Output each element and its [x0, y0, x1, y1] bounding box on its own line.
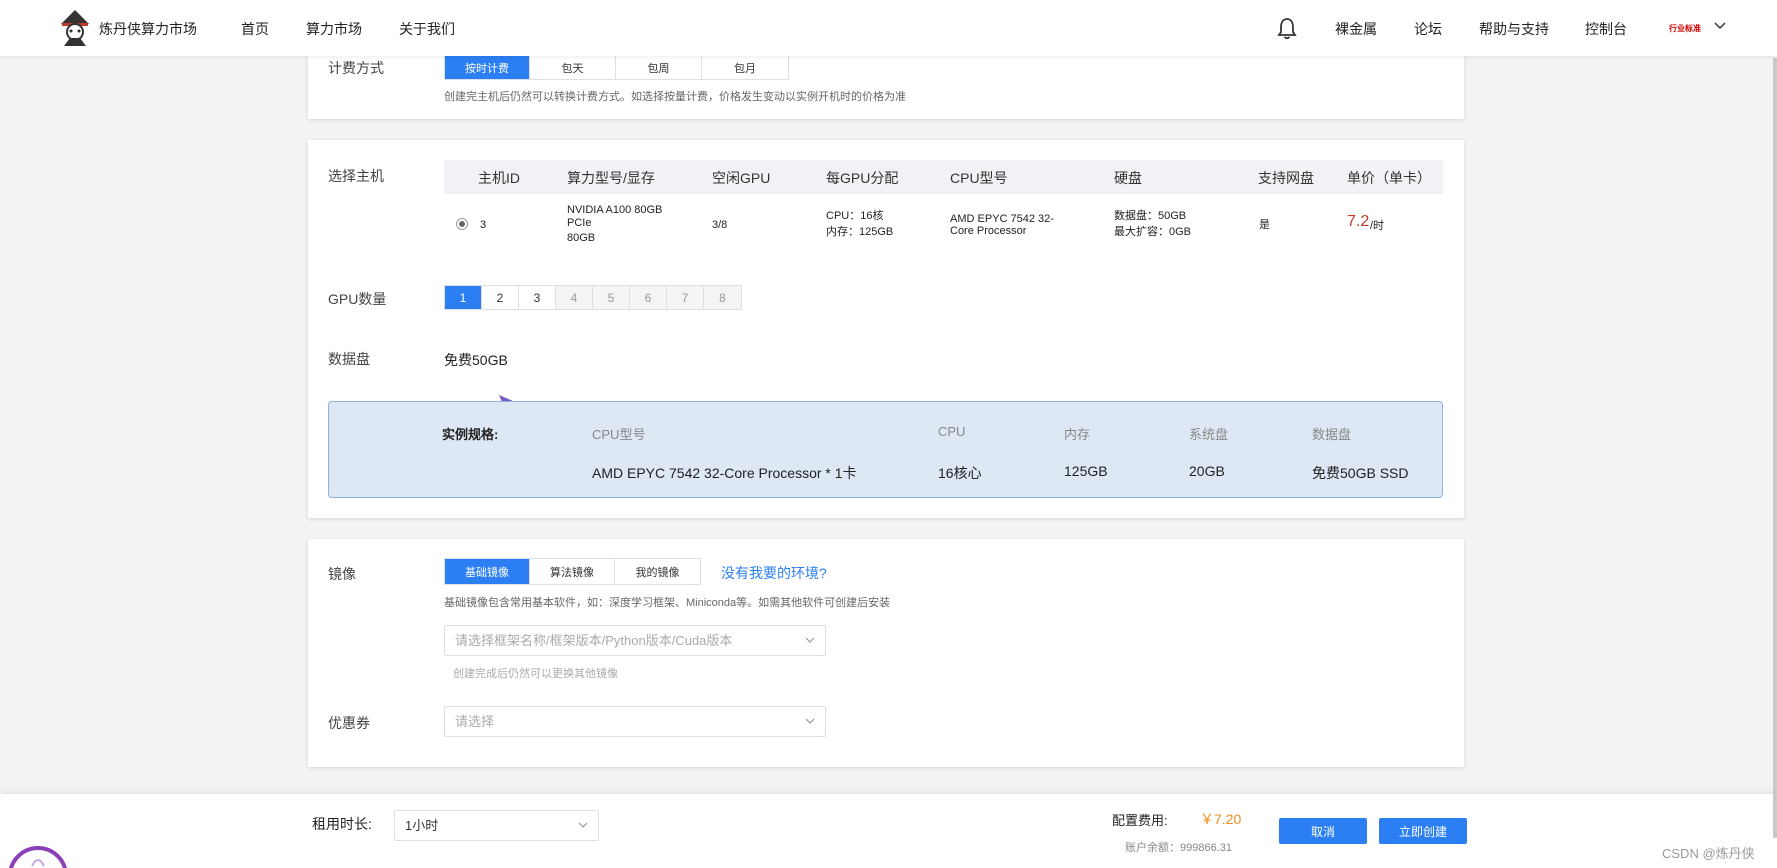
chevron-down-icon	[805, 718, 815, 724]
col-gpu-model: 算力型号/显存	[567, 170, 655, 186]
spec-value-mem: 125GB	[1064, 463, 1108, 479]
spec-title: 实例规格:	[442, 427, 499, 442]
cancel-button[interactable]: 取消	[1279, 818, 1367, 844]
chevron-down-icon[interactable]	[1713, 19, 1727, 33]
gpu-count-7: 7	[667, 286, 704, 309]
billing-hint: 创建完主机后仍然可以转换计费方式。如选择按量计费，价格发生变动以实例开机时的价格…	[444, 91, 906, 103]
duration-value: 1小时	[405, 818, 439, 833]
spec-header-datadisk: 数据盘	[1312, 427, 1352, 442]
cost-label: 配置费用:	[1112, 813, 1168, 828]
brand-name[interactable]: 炼丹侠算力市场	[99, 19, 197, 39]
gpu-count-5: 5	[593, 286, 630, 309]
nav-console[interactable]: 控制台	[1585, 19, 1627, 39]
duration-label: 租用时长:	[312, 816, 372, 832]
col-price: 单价（单卡）	[1347, 170, 1431, 186]
host-radio[interactable]	[456, 218, 468, 230]
bell-icon[interactable]	[1276, 16, 1298, 40]
col-disk: 硬盘	[1114, 170, 1142, 186]
spec-header-sysdisk: 系统盘	[1189, 427, 1229, 442]
col-netdisk: 支持网盘	[1258, 170, 1314, 186]
image-select-placeholder: 请选择框架名称/框架版本/Python版本/Cuda版本	[455, 633, 733, 648]
spec-value-sysdisk: 20GB	[1189, 463, 1225, 479]
gpu-count-1[interactable]: 1	[445, 286, 482, 309]
duration-select[interactable]: 1小时	[394, 810, 599, 841]
gpu-count-3[interactable]: 3	[519, 286, 556, 309]
nav-forum[interactable]: 论坛	[1414, 19, 1442, 39]
host-free-gpu: 3/8	[712, 219, 728, 231]
spec-value-cpu-model: AMD EPYC 7542 32-Core Processor * 1卡	[592, 465, 857, 481]
host-mem-alloc: 内存：125GB	[826, 226, 894, 238]
assistant-icon[interactable]	[6, 836, 70, 868]
avatar[interactable]: 行业标准	[1668, 14, 1702, 40]
billing-options: 按时计费 包天 包周 包月	[444, 55, 789, 80]
nav-baremetal[interactable]: 裸金属	[1335, 19, 1377, 39]
host-cpu-model-2: Core Processor	[950, 225, 1027, 237]
host-cpu-alloc: CPU：16核	[826, 210, 884, 222]
badge-text: 行业标准	[1669, 24, 1701, 33]
host-gpu-mem: 80GB	[567, 232, 596, 244]
coupon-label: 优惠券	[328, 715, 370, 731]
chevron-down-icon	[805, 637, 815, 643]
image-tabs: 基础镜像 算法镜像 我的镜像	[444, 558, 701, 585]
billing-weekly[interactable]: 包周	[616, 56, 702, 79]
coupon-select[interactable]: 请选择	[444, 706, 826, 737]
col-per-gpu: 每GPU分配	[826, 170, 899, 186]
tab-base-image[interactable]: 基础镜像	[445, 559, 530, 584]
gpu-count-8: 8	[704, 286, 741, 309]
host-id: 3	[480, 219, 487, 231]
image-hint: 基础镜像包含常用基本软件，如：深度学习框架、Miniconda等。如需其他软件可…	[444, 597, 891, 609]
host-netdisk: 是	[1259, 219, 1270, 231]
billing-daily[interactable]: 包天	[530, 56, 616, 79]
host-label: 选择主机	[328, 168, 384, 184]
coupon-select-placeholder: 请选择	[455, 714, 495, 729]
spec-header-cpu-model: CPU型号	[592, 427, 646, 442]
gpu-count-6: 6	[630, 286, 667, 309]
gpu-count-4: 4	[556, 286, 593, 309]
image-label: 镜像	[328, 566, 356, 582]
billing-label: 计费方式	[328, 60, 384, 76]
gpu-count-label: GPU数量	[328, 291, 387, 307]
top-nav: 炼丹侠算力市场 首页 算力市场 关于我们 裸金属 论坛 帮助与支持 控制台 行业…	[0, 0, 1777, 56]
spec-header-mem: 内存	[1064, 427, 1091, 442]
no-env-link[interactable]: 没有我要的环境?	[721, 563, 827, 583]
col-host-id: 主机ID	[478, 170, 520, 186]
account-balance: 账户余额：999866.31	[1125, 842, 1232, 854]
tab-my-image[interactable]: 我的镜像	[615, 559, 700, 584]
spec-panel	[328, 401, 1443, 498]
spec-header-cpu: CPU	[938, 424, 966, 439]
nav-home[interactable]: 首页	[241, 19, 269, 39]
scrollbar[interactable]	[1773, 58, 1777, 838]
gpu-count-2[interactable]: 2	[482, 286, 519, 309]
watermark: CSDN @炼丹侠	[1662, 846, 1755, 861]
bottom-bar: 租用时长: 1小时 配置费用: ￥7.20 账户余额：999866.31 取消 …	[0, 794, 1777, 868]
image-sub-hint: 创建完成后仍然可以更换其他镜像	[453, 668, 618, 680]
nav-about[interactable]: 关于我们	[399, 19, 455, 39]
col-cpu-model: CPU型号	[950, 170, 1008, 186]
nav-market[interactable]: 算力市场	[306, 19, 362, 39]
host-price: 7.2	[1347, 213, 1370, 230]
create-button[interactable]: 立即创建	[1379, 818, 1467, 844]
host-disk-2: 最大扩容：0GB	[1114, 226, 1192, 238]
spec-value-datadisk: 免费50GB SSD	[1312, 465, 1409, 481]
spec-value-cpu: 16核心	[938, 465, 982, 481]
billing-monthly[interactable]: 包月	[702, 56, 788, 79]
cost-value: ￥7.20	[1200, 811, 1242, 827]
host-disk-1: 数据盘：50GB	[1114, 210, 1187, 222]
nav-help[interactable]: 帮助与支持	[1479, 19, 1549, 39]
chevron-down-icon	[578, 822, 588, 828]
data-disk-value: 免费50GB	[444, 352, 508, 368]
image-select[interactable]: 请选择框架名称/框架版本/Python版本/Cuda版本	[444, 625, 826, 656]
data-disk-label: 数据盘	[328, 351, 370, 367]
logo-icon[interactable]	[56, 8, 94, 48]
host-price-unit: /时	[1370, 220, 1385, 232]
tab-algorithm-image[interactable]: 算法镜像	[530, 559, 615, 584]
billing-hourly[interactable]: 按时计费	[445, 56, 530, 79]
col-free-gpu: 空闲GPU	[712, 170, 771, 186]
host-gpu-model: NVIDIA A100 80GB PCIe	[567, 204, 663, 229]
gpu-count-selector: 1 2 3 4 5 6 7 8	[444, 285, 742, 310]
